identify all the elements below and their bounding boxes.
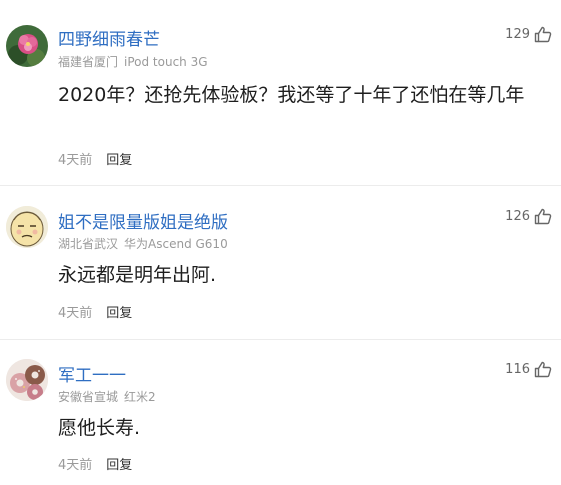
comment-footer: 4天前 回复 [58,454,132,473]
like-button[interactable]: 129 [505,26,552,43]
user-meta: 福建省厦门 iPod touch 3G [58,53,208,70]
like-count: 116 [505,362,530,377]
reply-button[interactable]: 回复 [106,458,132,473]
comment-item: 四野细雨春芒 福建省厦门 iPod touch 3G 129 2020年？还抢先体… [0,0,561,185]
user-location: 湖北省武汉 [58,237,119,251]
username[interactable]: 军工一一 [58,361,126,386]
flower-avatar-icon[interactable] [6,25,48,67]
thumbs-up-icon [534,361,552,378]
user-device: 华为Ascend G610 [124,237,228,251]
comment-text: 2020年？还抢先体验板？我还等了十年了还怕在等几年 [58,84,525,106]
user-meta: 安徽省宣城 红米2 [58,388,156,405]
cartoon-face-avatar-icon[interactable] [6,206,48,248]
comment-item: 军工一一 安徽省宣城 红米2 116 愿他长寿. 4天前 回复 [0,340,561,485]
comment-time: 4天前 [58,153,93,168]
username[interactable]: 四野细雨春芒 [58,25,160,50]
donut-avatar-icon[interactable] [6,359,48,401]
username[interactable]: 姐不是限量版姐是绝版 [58,208,228,233]
user-location: 福建省厦门 [58,55,119,69]
comment-time: 4天前 [58,306,93,321]
user-location: 安徽省宣城 [58,390,119,404]
reply-button[interactable]: 回复 [106,153,132,168]
thumbs-up-icon [534,26,552,43]
user-device: iPod touch 3G [124,55,208,69]
reply-button[interactable]: 回复 [106,306,132,321]
comment-item: 姐不是限量版姐是绝版 湖北省武汉 华为Ascend G610 126 永远都是明年… [0,186,561,339]
user-device: 红米2 [124,390,156,404]
comment-footer: 4天前 回复 [58,149,132,168]
like-count: 129 [505,27,530,42]
like-button[interactable]: 116 [505,361,552,378]
comment-text: 愿他长寿. [58,417,141,439]
user-meta: 湖北省武汉 华为Ascend G610 [58,235,228,252]
comment-time: 4天前 [58,458,93,473]
thumbs-up-icon [534,208,552,225]
comment-text: 永远都是明年出阿. [58,264,217,286]
comment-footer: 4天前 回复 [58,302,132,321]
like-count: 126 [505,209,530,224]
like-button[interactable]: 126 [505,208,552,225]
